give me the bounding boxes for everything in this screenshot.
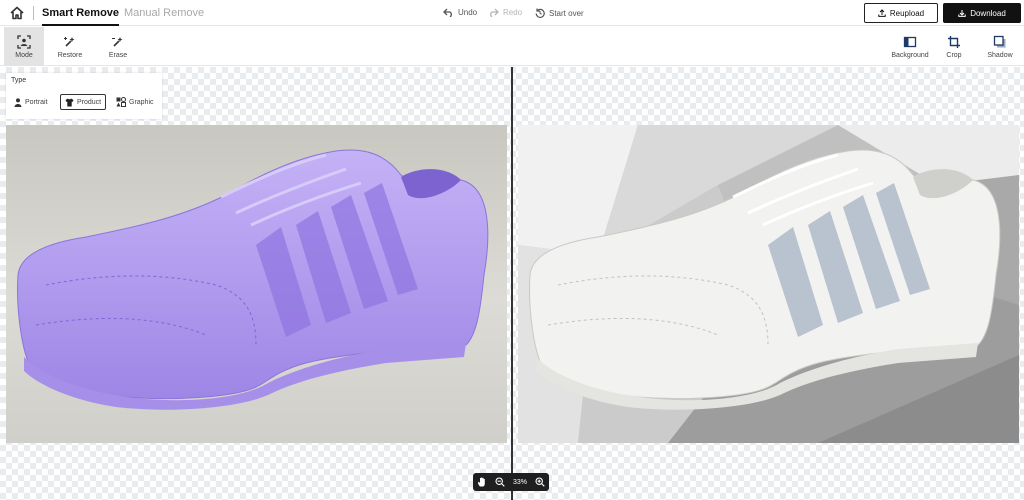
compare-divider[interactable] xyxy=(511,67,513,500)
crop-tool[interactable]: Crop xyxy=(934,27,974,66)
undo-icon xyxy=(443,8,452,17)
restore-tool[interactable]: Restore xyxy=(50,27,90,66)
background-label: Background xyxy=(891,51,929,59)
type-title: Type xyxy=(11,77,27,84)
type-panel: Type Portrait Product Graphic xyxy=(6,73,162,119)
tab-manual-remove[interactable]: Manual Remove xyxy=(124,7,204,19)
shirt-icon xyxy=(65,98,74,106)
restore-label: Restore xyxy=(57,51,83,59)
editor-canvas[interactable]: Type Portrait Product Graphic 33% xyxy=(0,67,1024,500)
original-image-with-mask[interactable] xyxy=(6,125,507,443)
type-option-product[interactable]: Product xyxy=(60,94,107,110)
shadow-label: Shadow xyxy=(987,51,1013,59)
zoom-level: 33% xyxy=(512,478,527,486)
erase-label: Erase xyxy=(108,51,128,59)
reupload-button[interactable]: Reupload xyxy=(864,3,938,23)
start-over-label: Start over xyxy=(549,8,584,18)
person-icon xyxy=(14,97,22,107)
reupload-label: Reupload xyxy=(889,8,925,18)
background-icon xyxy=(903,36,917,47)
type-option-portrait[interactable]: Portrait xyxy=(10,94,52,110)
undo-label: Undo xyxy=(458,8,478,17)
erase-tool[interactable]: Erase xyxy=(98,27,138,66)
mode-label: Mode xyxy=(15,51,33,59)
result-image[interactable] xyxy=(518,125,1019,443)
tool-bar: Mode Restore Erase Background Crop Shado… xyxy=(0,27,1024,66)
start-over-button[interactable]: Start over xyxy=(535,8,584,18)
undo-button[interactable]: Undo xyxy=(443,8,477,17)
restore-wand-icon xyxy=(64,36,75,47)
mode-icon xyxy=(17,34,31,49)
download-label: Download xyxy=(970,8,1006,18)
redo-icon xyxy=(490,8,499,17)
zoom-control: 33% xyxy=(473,473,549,491)
top-bar: Smart Remove Manual Remove Undo Redo Sta… xyxy=(0,0,1024,26)
download-icon xyxy=(958,10,966,17)
home-icon[interactable] xyxy=(9,5,25,21)
shadow-icon xyxy=(993,35,1006,47)
type-option-label: Product xyxy=(77,98,102,106)
download-button[interactable]: Download xyxy=(943,3,1021,23)
mode-tool[interactable]: Mode xyxy=(4,27,44,66)
type-option-graphic[interactable]: Graphic xyxy=(112,94,158,110)
pan-hand-icon[interactable] xyxy=(477,477,487,487)
zoom-out-icon[interactable] xyxy=(495,477,505,487)
shapes-icon xyxy=(116,97,126,107)
zoom-in-icon[interactable] xyxy=(535,477,545,487)
redo-button[interactable]: Redo xyxy=(488,8,522,17)
shadow-tool[interactable]: Shadow xyxy=(980,27,1020,66)
crop-icon xyxy=(948,35,960,48)
start-over-icon xyxy=(535,8,545,18)
type-option-label: Graphic xyxy=(129,98,154,106)
tab-smart-remove[interactable]: Smart Remove xyxy=(42,7,120,26)
erase-wand-icon xyxy=(112,36,123,47)
divider xyxy=(33,6,34,20)
crop-label: Crop xyxy=(946,51,962,59)
redo-label: Redo xyxy=(503,8,523,17)
type-option-label: Portrait xyxy=(25,98,48,106)
background-tool[interactable]: Background xyxy=(888,27,932,66)
upload-icon xyxy=(878,9,886,17)
